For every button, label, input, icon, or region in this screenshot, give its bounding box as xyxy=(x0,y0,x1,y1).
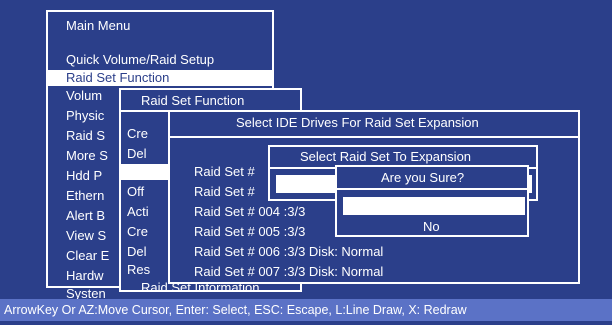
menu-item-alert[interactable]: Alert B xyxy=(66,208,105,224)
title-divider xyxy=(337,188,527,190)
raid-set-row-005[interactable]: Raid Set # 005 :3/3 xyxy=(194,224,305,240)
title-divider xyxy=(170,136,578,138)
rsf-item-activate[interactable]: Acti xyxy=(127,204,149,220)
select-raid-set-title: Select Raid Set To Expansion xyxy=(300,149,472,164)
rsf-item-delete[interactable]: Del xyxy=(127,146,147,162)
raid-set-row-004[interactable]: Raid Set # 004 :3/3 xyxy=(194,204,305,220)
rsf-item-create[interactable]: Cre xyxy=(127,126,148,142)
menu-item-hardware[interactable]: Hardw xyxy=(66,268,104,284)
confirm-no-option[interactable]: No xyxy=(423,219,440,235)
confirm-title: Are you Sure? xyxy=(381,170,465,185)
menu-item-raid-system[interactable]: Raid S xyxy=(66,128,105,144)
rsf-item-create-hot[interactable]: Cre xyxy=(127,224,148,240)
menu-item-more-system[interactable]: More S xyxy=(66,148,108,164)
rsf-item-offline[interactable]: Off xyxy=(127,184,144,200)
status-bar: ArrowKey Or AZ:Move Cursor, Enter: Selec… xyxy=(0,299,612,321)
raid-set-function-title: Raid Set Function xyxy=(141,93,245,108)
menu-item-raid-set-function-label: Raid Set Function xyxy=(66,70,170,85)
raid-set-row-2[interactable]: Raid Set # xyxy=(194,184,255,200)
menu-item-hdd-power[interactable]: Hdd P xyxy=(66,168,102,184)
menu-item-quick-volume[interactable]: Quick Volume/Raid Setup xyxy=(66,52,214,68)
menu-item-physical[interactable]: Physic xyxy=(66,108,104,124)
menu-item-clear[interactable]: Clear E xyxy=(66,248,109,264)
menu-item-view[interactable]: View S xyxy=(66,228,106,244)
main-menu-title: Main Menu xyxy=(66,18,131,33)
raid-set-row-006[interactable]: Raid Set # 006 :3/3 Disk: Normal xyxy=(194,244,383,260)
menu-item-raid-set-function[interactable]: Raid Set Function xyxy=(48,70,272,86)
menu-item-volume[interactable]: Volum xyxy=(66,88,102,104)
menu-item-ethernet[interactable]: Ethern xyxy=(66,188,104,204)
rsf-item-delete-hot[interactable]: Del xyxy=(127,244,147,260)
select-drives-title: Select IDE Drives For Raid Set Expansion xyxy=(236,115,479,130)
rsf-item-rescue[interactable]: Res xyxy=(127,262,150,278)
raid-set-row-007[interactable]: Raid Set # 007 :3/3 Disk: Normal xyxy=(194,264,383,280)
raid-set-row-1[interactable]: Raid Set # xyxy=(194,164,255,180)
confirm-dialog: Are you Sure? No xyxy=(335,165,529,237)
menu-item-system[interactable]: Systen xyxy=(66,286,106,301)
confirm-yes-option[interactable] xyxy=(343,197,525,215)
